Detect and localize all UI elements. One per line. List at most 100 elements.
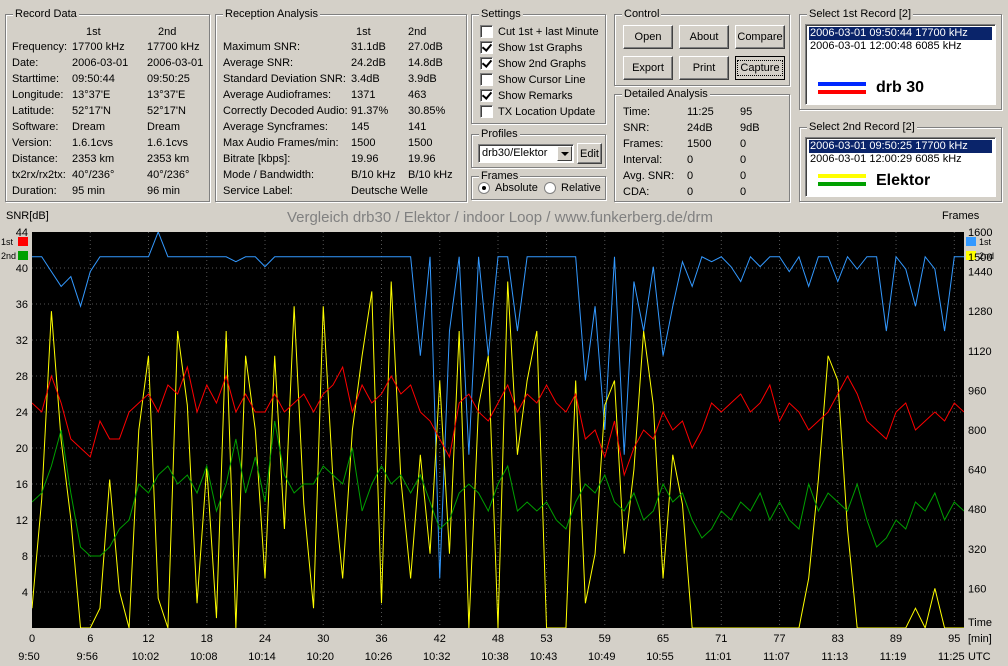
capture-button[interactable]: Capture xyxy=(735,56,785,80)
x-tick-label-time: 10:49 xyxy=(588,651,616,663)
reception-row-value: 19.96 xyxy=(351,153,379,165)
detailed-row-label: SNR: xyxy=(623,122,650,134)
record-row-label: Date: xyxy=(12,57,39,69)
y-right-tick-label: 1120 xyxy=(968,346,992,358)
detailed-analysis-group: Detailed Analysis Time: 11:25 95 SNR: 24dB 9d… xyxy=(614,88,790,202)
detailed-row-label: Interval: xyxy=(623,154,663,166)
frames-group: Frames Absolute Relative xyxy=(471,170,606,200)
profiles-edit-button[interactable]: Edit xyxy=(577,143,602,164)
select2-item-0[interactable]: 2006-03-01 09:50:25 17700 kHz xyxy=(809,140,992,153)
x-tick-label-min: 83 xyxy=(832,633,844,645)
reception-row-value: 30.85% xyxy=(408,105,446,117)
export-button[interactable]: Export xyxy=(623,56,673,80)
snr-frames-chart[interactable]: Vergleich drb30 / Elektor / indoor Loop … xyxy=(0,206,1008,666)
x-tick-label-time: 10:26 xyxy=(365,651,393,663)
reception-row-value: 27.0dB xyxy=(408,41,443,53)
x-tick-label-min: 53 xyxy=(540,633,552,645)
x-tick-label-time: 10:20 xyxy=(306,651,334,663)
select1-legend-line-1 xyxy=(818,82,866,86)
select-2nd-record-group: Select 2nd Record [2] 2006-03-01 09:50:2… xyxy=(799,121,1002,202)
reception-row-value: 14.8dB xyxy=(408,57,443,69)
reception-row-label: Max Audio Frames/min: xyxy=(223,137,339,149)
detailed-title: Detailed Analysis xyxy=(622,88,710,101)
x-tick-label-min: 12 xyxy=(142,633,154,645)
x-tick-label-time: 10:02 xyxy=(132,651,160,663)
chart-title: Vergleich drb30 / Elektor / indoor Loop … xyxy=(287,209,713,226)
x-tick-label-time: 11:01 xyxy=(705,651,732,663)
reception-row-value: 463 xyxy=(408,89,427,101)
settings-checkbox-4[interactable]: Show Cursor Line xyxy=(480,73,585,86)
settings-checkbox-label: Show Cursor Line xyxy=(498,73,586,86)
x-tick-label-time: 10:14 xyxy=(248,651,276,663)
reception-row-value: B/10 kHz xyxy=(408,169,453,181)
y-axis-left-label: SNR[dB] xyxy=(6,210,49,222)
reception-col2-header: 2nd xyxy=(408,26,427,38)
reception-row-label: Correctly Decoded Audio: xyxy=(223,105,348,117)
x-tick-label-time: 11:07 xyxy=(763,651,790,663)
reception-row-label: Average Audioframes: xyxy=(223,89,332,101)
select1-item-0[interactable]: 2006-03-01 09:50:44 17700 kHz xyxy=(809,27,992,40)
settings-checkbox-3[interactable]: Show 2nd Graphs xyxy=(480,57,586,70)
record-row-label: Starttime: xyxy=(12,73,60,85)
settings-checkbox-label: Show 2nd Graphs xyxy=(498,57,587,70)
x-tick-label-min: 48 xyxy=(492,633,504,645)
select-1st-record-group: Select 1st Record [2] 2006-03-01 09:50:4… xyxy=(799,8,1002,110)
reception-row-value: 3.9dB xyxy=(408,73,437,85)
settings-checkbox-label: Show 1st Graphs xyxy=(498,41,583,54)
control-title: Control xyxy=(622,8,662,21)
open-button[interactable]: Open xyxy=(623,25,673,49)
compare-button[interactable]: Compare xyxy=(735,25,785,49)
reception-row-label: Standard Deviation SNR: xyxy=(223,73,346,85)
radio-dot-icon xyxy=(478,182,490,194)
about-button[interactable]: About xyxy=(679,25,729,49)
record-row-label: Latitude: xyxy=(12,105,55,117)
detailed-row-value: 0 xyxy=(687,154,694,166)
reception-row-value: Deutsche Welle xyxy=(351,185,428,197)
detailed-row-value: 0 xyxy=(687,186,694,198)
reception-row-value: 91.37% xyxy=(351,105,389,117)
chevron-down-icon[interactable] xyxy=(557,146,572,161)
frames-relative-label: Relative xyxy=(561,182,601,194)
x-tick-label-time: 11:19 xyxy=(880,651,907,663)
settings-checkbox-label: TX Location Update xyxy=(498,105,596,118)
x-tick-label-min: 59 xyxy=(599,633,611,645)
select2-listbox[interactable]: 2006-03-01 09:50:25 17700 kHz 2006-03-01… xyxy=(805,137,996,197)
y-right-tick-label: 960 xyxy=(968,385,986,397)
x-tick-label-time: 10:38 xyxy=(481,651,509,663)
record-row-value: 17700 kHz xyxy=(147,41,200,53)
record-row-value: Dream xyxy=(72,121,106,133)
select1-listbox[interactable]: 2006-03-01 09:50:44 17700 kHz 2006-03-01… xyxy=(805,24,996,105)
reception-row-value: 145 xyxy=(351,121,370,133)
y-left-tick-label: 32 xyxy=(16,335,28,347)
profiles-select[interactable]: drb30/Elektor xyxy=(478,144,574,163)
y-right-tick-label: 480 xyxy=(968,504,986,516)
checkbox-icon xyxy=(480,89,493,102)
settings-checkbox-label: Show Remarks xyxy=(498,89,573,102)
reception-row-label: Average SNR: xyxy=(223,57,294,69)
settings-checkbox-5[interactable]: Show Remarks xyxy=(480,89,573,102)
legend-left-swatch xyxy=(18,251,28,260)
detailed-row-value: 0 xyxy=(740,170,747,182)
settings-checkbox-6[interactable]: TX Location Update xyxy=(480,105,595,118)
select1-item-1[interactable]: 2006-03-01 12:00:48 6085 kHz xyxy=(809,40,992,53)
frames-relative-radio[interactable]: Relative xyxy=(544,182,601,194)
y-left-tick-label: 24 xyxy=(16,407,28,419)
x-tick-label-time: 11:25 xyxy=(938,651,965,663)
control-group: Control Open About Compare Export Print … xyxy=(614,8,790,86)
y-right-tick-label: 800 xyxy=(968,425,986,437)
detailed-row-label: Time: xyxy=(623,106,651,118)
settings-checkbox-1[interactable]: Cut 1st + last Minute xyxy=(480,25,599,38)
select2-legend-line-1 xyxy=(818,174,866,178)
frames-absolute-radio[interactable]: Absolute xyxy=(478,182,538,194)
print-button[interactable]: Print xyxy=(679,56,729,80)
reception-col1-header: 1st xyxy=(356,26,371,38)
reception-row-value: 19.96 xyxy=(408,153,436,165)
settings-checkbox-2[interactable]: Show 1st Graphs xyxy=(480,41,582,54)
record-row-value: 1.6.1cvs xyxy=(147,137,188,149)
detailed-row-value: 24dB xyxy=(687,122,713,134)
y-right-tick-label: 1440 xyxy=(968,267,992,279)
select1-legend-name: drb 30 xyxy=(876,79,925,96)
select2-item-1[interactable]: 2006-03-01 12:00:29 6085 kHz xyxy=(809,153,992,166)
detailed-row-label: Avg. SNR: xyxy=(623,170,675,182)
profiles-group: Profiles drb30/Elektor Edit xyxy=(471,128,606,168)
